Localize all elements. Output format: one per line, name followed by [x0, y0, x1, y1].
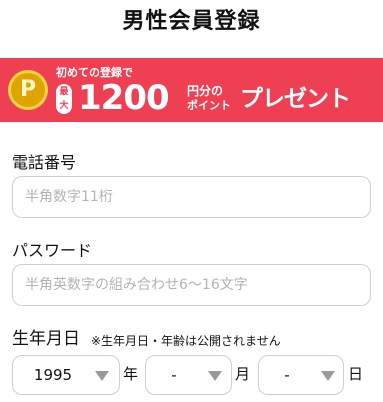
birth-day-select[interactable]: -: [258, 355, 344, 395]
chevron-down-icon: [321, 371, 335, 381]
chevron-down-icon: [95, 371, 109, 381]
month-suffix: 月: [235, 365, 251, 383]
birth-year-select[interactable]: 1995: [12, 355, 120, 395]
promo-amount: 1200: [78, 78, 170, 118]
phone-input[interactable]: [12, 176, 371, 218]
birth-month-select[interactable]: -: [145, 355, 232, 395]
birth-year-value: 1995: [33, 366, 73, 384]
chevron-down-icon: [208, 371, 222, 381]
birthdate-label: 生年月日: [12, 329, 80, 349]
phone-label: 電話番号: [12, 153, 77, 172]
password-input[interactable]: [12, 264, 371, 306]
max-badge: 最 大: [56, 84, 72, 114]
birth-month-value: -: [171, 366, 177, 384]
day-suffix: 日: [348, 365, 364, 383]
promo-banner[interactable]: P 初めての登録で 最 大 1200 円分の ポイント プレゼント: [0, 58, 383, 122]
registration-page: 男性会員登録 P 初めての登録で 最 大 1200 円分の ポイント プレゼント…: [0, 0, 383, 402]
promo-present-text: プレゼント: [240, 86, 351, 112]
max-badge-char-2: 大: [59, 101, 69, 111]
coin-symbol: P: [19, 77, 37, 102]
year-suffix: 年: [123, 365, 139, 383]
page-title: 男性会員登録: [122, 9, 261, 34]
point-coin-icon: P: [8, 70, 48, 110]
birth-day-value: -: [284, 366, 290, 384]
password-label: パスワード: [12, 241, 93, 260]
promo-unit-sub: ポイント: [187, 99, 231, 112]
birthdate-privacy-note: ※生年月日・年齢は公開されません: [91, 334, 281, 348]
promo-unit: 円分の: [187, 84, 224, 98]
max-badge-char-1: 最: [59, 87, 69, 97]
